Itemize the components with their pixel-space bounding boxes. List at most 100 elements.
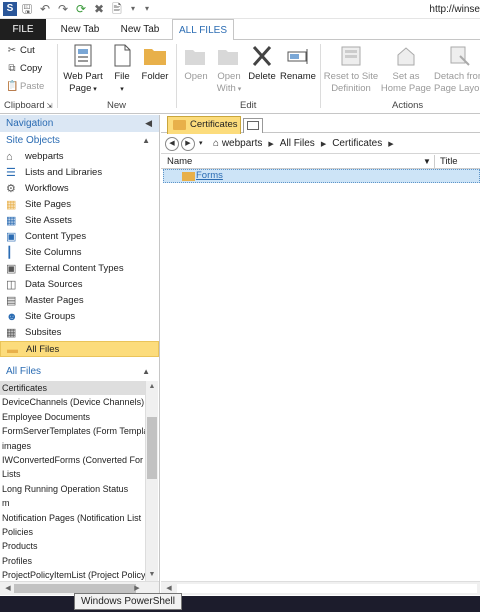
reset-icon xyxy=(339,44,363,68)
list-item[interactable]: FormServerTemplates (Form Templa xyxy=(0,424,145,438)
scroll-left-icon[interactable]: ◀ xyxy=(2,582,14,595)
breadcrumb-webparts[interactable]: webparts xyxy=(222,138,263,149)
detach-from-page-layout-button[interactable]: Detach from Page Layout xyxy=(432,44,480,95)
cut-button[interactable]: ✂ Cut xyxy=(6,43,35,59)
list-item[interactable]: m xyxy=(0,496,145,510)
dialog-launcher-icon[interactable]: ⇲ xyxy=(47,103,53,110)
scroll-track[interactable] xyxy=(177,584,477,593)
sidebar-item-label: Lists and Libraries xyxy=(25,167,103,178)
reset-to-site-definition-button[interactable]: Reset to Site Definition xyxy=(322,44,380,95)
undo-icon[interactable]: ↶ xyxy=(38,2,52,16)
sidebar-item-site-groups[interactable]: ☻ Site Groups xyxy=(0,309,159,325)
preview-icon[interactable]: 🖹 xyxy=(110,2,124,16)
sidebar-item-master-pages[interactable]: ▤ Master Pages xyxy=(0,293,159,309)
tab-file[interactable]: FILE xyxy=(0,19,46,40)
delete-button[interactable]: Delete xyxy=(246,44,278,83)
sidebar-item-all-files[interactable]: ▬ All Files xyxy=(0,341,159,357)
site-url: http://winse xyxy=(429,4,480,15)
open-button[interactable]: Open xyxy=(181,44,211,83)
list-item[interactable]: Employee Documents xyxy=(0,410,145,424)
collapse-pane-icon[interactable]: ◀ xyxy=(145,115,152,132)
forward-icon[interactable]: ▶ xyxy=(181,137,195,151)
tab-all-files[interactable]: ALL FILES xyxy=(172,19,234,41)
sidebar-item-site-columns[interactable]: ┃ Site Columns xyxy=(0,245,159,261)
list-item[interactable]: Certificates xyxy=(0,381,145,396)
tab-new-tab-1[interactable]: New Tab xyxy=(52,19,108,40)
list-item[interactable]: Long Running Operation Status xyxy=(0,482,145,496)
tab-certificates[interactable]: Certificates xyxy=(167,116,241,134)
files-vertical-scrollbar[interactable]: ▲ ▼ xyxy=(145,381,158,581)
breadcrumb-certificates[interactable]: Certificates xyxy=(332,138,382,149)
chevron-right-icon[interactable]: ▶ xyxy=(268,141,273,148)
new-file-button[interactable]: File ▾ xyxy=(109,44,135,96)
save-icon[interactable]: 🖫 xyxy=(20,2,34,16)
refresh-icon[interactable]: ⟳ xyxy=(74,2,88,16)
detach-icon xyxy=(448,44,472,68)
sidebar-item-site-pages[interactable]: ▦ Site Pages xyxy=(0,197,159,213)
open-with-button[interactable]: Open With ▾ xyxy=(213,44,245,96)
history-dropdown-icon[interactable]: ▾ xyxy=(199,139,203,147)
scroll-up-icon[interactable]: ▲ xyxy=(146,381,158,393)
new-folder-button[interactable]: Folder xyxy=(139,44,171,83)
list-item[interactable]: IWConvertedForms (Converted For xyxy=(0,453,145,467)
main-horizontal-scrollbar[interactable]: ◀ xyxy=(161,581,480,595)
new-tab-icon xyxy=(247,121,259,130)
sidebar-item-webparts[interactable]: ⌂ webparts xyxy=(0,149,159,165)
table-row[interactable]: Forms xyxy=(163,169,480,183)
sidebar-item-label: Workflows xyxy=(25,183,69,194)
web-part-page-button[interactable]: Web Part Page ▾ xyxy=(61,44,105,96)
paste-button[interactable]: 📋 Paste xyxy=(6,79,44,95)
row-name-link[interactable]: Forms xyxy=(196,170,223,182)
back-icon[interactable]: ◀ xyxy=(165,137,179,151)
preview-dropdown-icon[interactable]: ▾ xyxy=(126,2,140,16)
external-icon: ▣ xyxy=(6,263,17,275)
new-document-tab-button[interactable] xyxy=(243,118,263,133)
chevron-right-icon[interactable]: ▶ xyxy=(321,141,326,148)
list-item[interactable]: Notification Pages (Notification List xyxy=(0,511,145,525)
scroll-thumb[interactable] xyxy=(147,417,157,479)
scissors-icon: ✂ xyxy=(7,45,17,56)
navigation-header: Navigation ◀ xyxy=(0,115,159,132)
breadcrumb-all-files[interactable]: All Files xyxy=(280,138,315,149)
folder-icon xyxy=(143,44,167,68)
column-name-header[interactable]: Name xyxy=(167,155,192,169)
home-icon: ⌂ xyxy=(6,151,13,163)
list-item[interactable]: Lists xyxy=(0,467,145,481)
filter-dropdown-icon[interactable]: ▼ xyxy=(423,157,431,166)
sidebar-item-external-content-types[interactable]: ▣ External Content Types xyxy=(0,261,159,277)
list-item[interactable]: DeviceChannels (Device Channels) xyxy=(0,395,145,409)
list-item[interactable]: Products xyxy=(0,539,145,553)
sidebar-item-data-sources[interactable]: ◫ Data Sources xyxy=(0,277,159,293)
sidebar-item-workflows[interactable]: ⚙ Workflows xyxy=(0,181,159,197)
sidebar-item-site-assets[interactable]: ▦ Site Assets xyxy=(0,213,159,229)
copy-button[interactable]: ⧉ Copy xyxy=(6,61,42,77)
sidebar-item-label: Subsites xyxy=(25,327,62,338)
column-title-header[interactable]: Title xyxy=(440,155,458,169)
scroll-down-icon[interactable]: ▼ xyxy=(146,569,158,581)
customize-toolbar-icon[interactable]: ▾ xyxy=(140,2,154,16)
ribbon: ✂ Cut ⧉ Copy 📋 Paste Clipboard ⇲ Web Part Pa… xyxy=(0,40,480,114)
rename-button[interactable]: Rename xyxy=(279,44,317,83)
tab-new-tab-2[interactable]: New Tab xyxy=(112,19,168,40)
chevron-up-icon[interactable]: ▲ xyxy=(142,363,150,380)
scroll-thumb[interactable] xyxy=(14,584,136,593)
site-objects-header[interactable]: Site Objects ▲ xyxy=(0,132,159,149)
stop-icon[interactable]: ✖ xyxy=(92,2,106,16)
sidebar-item-content-types[interactable]: ▣ Content Types xyxy=(0,229,159,245)
chevron-right-icon[interactable]: ▶ xyxy=(388,141,393,148)
sidebar-item-subsites[interactable]: ▦ Subsites xyxy=(0,325,159,341)
assets-icon: ▦ xyxy=(6,215,17,227)
sidebar-item-label: Site Groups xyxy=(25,311,76,322)
title-bar: S 🖫 ↶ ↷ ⟳ ✖ 🖹 ▾ ▾ http://winse xyxy=(0,0,480,19)
chevron-up-icon[interactable]: ▲ xyxy=(142,132,150,149)
list-item[interactable]: Policies xyxy=(0,525,145,539)
column-divider[interactable] xyxy=(434,155,435,169)
set-as-home-page-button[interactable]: Set as Home Page xyxy=(380,44,432,95)
list-item[interactable]: Profiles xyxy=(0,554,145,568)
sidebar-item-label: Site Columns xyxy=(25,247,82,258)
sidebar-item-lists-and-libraries[interactable]: ☰ Lists and Libraries xyxy=(0,165,159,181)
list-item[interactable]: ProjectPolicyItemList (Project Policy xyxy=(0,568,145,581)
all-files-header[interactable]: All Files ▲ xyxy=(0,363,159,380)
list-item[interactable]: images xyxy=(0,439,145,453)
redo-icon[interactable]: ↷ xyxy=(56,2,70,16)
